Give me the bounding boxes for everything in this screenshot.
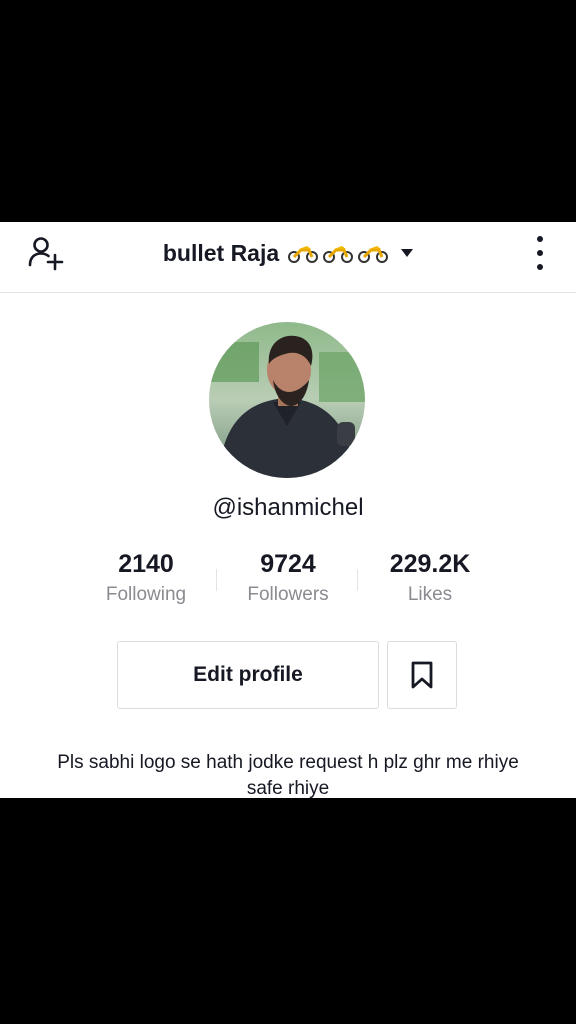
more-options-icon[interactable]: [530, 236, 550, 270]
motorcycle-icon: [358, 246, 389, 263]
account-switcher[interactable]: bullet Raja: [0, 236, 576, 270]
profile-handle: @ishanmichel: [212, 494, 364, 521]
stat-label: Following: [105, 584, 187, 605]
stat-label: Likes: [407, 584, 453, 605]
stat-label: Followers: [247, 584, 329, 605]
stat-followers[interactable]: 9724 Followers: [218, 548, 358, 618]
stats-row: 2140 Following 9724 Followers 229.2K Lik…: [76, 548, 500, 618]
bookmark-button[interactable]: [387, 641, 457, 709]
chevron-down-icon: [401, 249, 414, 257]
stat-value: 9724: [260, 550, 316, 578]
stat-following[interactable]: 2140 Following: [76, 548, 216, 618]
profile-bio: Pls sabhi logo se hath jodke request h p…: [57, 752, 519, 798]
motorcycle-icon: [323, 246, 354, 263]
stat-likes[interactable]: 229.2K Likes: [360, 548, 500, 618]
edit-profile-button[interactable]: Edit profile: [117, 641, 379, 709]
bookmark-icon: [411, 661, 433, 689]
stat-divider: [357, 569, 358, 591]
profile-screen: bullet Raja @ishanmichel 2140 Following …: [0, 222, 576, 798]
account-title: bullet Raja: [162, 239, 280, 266]
avatar[interactable]: [209, 322, 365, 478]
stat-divider: [216, 569, 217, 591]
stat-value: 2140: [118, 550, 174, 578]
stat-value: 229.2K: [389, 550, 471, 578]
top-bar: bullet Raja: [0, 222, 576, 293]
motorcycle-icon: [288, 246, 319, 263]
title-emoji-group: [287, 243, 389, 263]
